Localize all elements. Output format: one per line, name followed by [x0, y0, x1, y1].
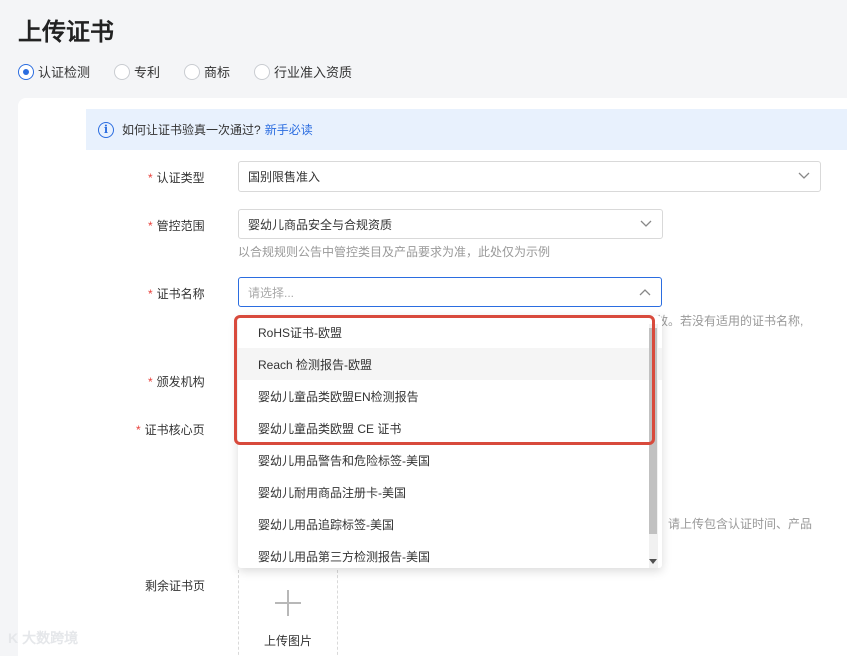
cert-type-value: 国别限售准入	[248, 170, 321, 184]
radio-industry-qualification[interactable]: 行业准入资质	[254, 62, 352, 81]
beginner-guide-link[interactable]: 新手必读	[265, 121, 313, 138]
chevron-down-icon	[798, 172, 810, 179]
plus-icon	[275, 590, 301, 616]
cert-type-label: * 认证类型	[148, 171, 205, 185]
radio-unchecked-icon	[184, 63, 201, 80]
radio-label: 认证检测	[38, 65, 91, 80]
radio-patent[interactable]: 专利	[114, 62, 160, 81]
dropdown-option[interactable]: 婴幼儿用品第三方检测报告-美国	[238, 540, 662, 568]
cert-name-placeholder: 请选择...	[248, 285, 295, 300]
dropdown-scrollbar-thumb[interactable]	[649, 328, 657, 534]
scroll-down-arrow-icon[interactable]	[649, 559, 657, 564]
notice-text: 如何让证书验真一次通过?	[122, 123, 261, 137]
cert-name-select[interactable]: 请选择...	[238, 277, 662, 307]
dropdown-option[interactable]: 婴幼儿耐用商品注册卡-美国	[238, 476, 662, 508]
dropdown-option[interactable]: 婴幼儿童品类欧盟 CE 证书	[238, 412, 662, 444]
radio-label: 专利	[134, 65, 161, 80]
control-scope-value: 婴幼儿商品安全与合规资质	[248, 217, 393, 232]
core-page-hint: 请上传包含认证时间、产品	[668, 517, 813, 531]
radio-certification[interactable]: 认证检测	[18, 62, 90, 81]
watermark: K 大数跨境	[8, 628, 78, 648]
cert-name-hint: 效。若没有适用的证书名称,	[656, 314, 804, 328]
radio-label: 行业准入资质	[274, 65, 353, 80]
cert-name-dropdown: RoHS证书-欧盟 Reach 检测报告-欧盟 婴幼儿童品类欧盟EN检测报告 婴…	[238, 316, 662, 568]
dropdown-option[interactable]: 婴幼儿用品追踪标签-美国	[238, 508, 662, 540]
cert-type-select[interactable]: 国别限售准入	[238, 161, 821, 192]
watermark-logo-icon: K	[8, 630, 19, 646]
dropdown-option[interactable]: 婴幼儿用品警告和危险标签-美国	[238, 444, 662, 476]
cert-name-label: * 证书名称	[148, 287, 205, 301]
required-mark: *	[148, 375, 153, 389]
chevron-up-icon	[639, 289, 651, 296]
watermark-text: 大数跨境	[22, 630, 79, 646]
issuer-label: * 颁发机构	[148, 375, 205, 389]
required-mark: *	[136, 423, 141, 437]
core-page-label: * 证书核心页	[136, 423, 205, 437]
radio-unchecked-icon	[114, 63, 131, 80]
category-radio-group: 认证检测 专利 商标 行业准入资质	[18, 62, 376, 81]
control-scope-label: * 管控范围	[148, 219, 205, 233]
info-icon: i	[98, 121, 114, 138]
control-scope-hint: 以合规规则公告中管控类目及产品要求为准，此处仅为示例	[238, 245, 551, 259]
upload-image-button[interactable]: 上传图片	[238, 570, 338, 656]
radio-checked-icon	[18, 63, 34, 80]
dropdown-option[interactable]: 婴幼儿童品类欧盟EN检测报告	[238, 380, 662, 412]
upload-label: 上传图片	[263, 634, 312, 648]
chevron-down-icon	[640, 220, 652, 227]
radio-trademark[interactable]: 商标	[184, 62, 230, 81]
control-scope-select[interactable]: 婴幼儿商品安全与合规资质	[238, 209, 663, 239]
required-mark: *	[148, 287, 153, 301]
radio-label: 商标	[204, 65, 231, 80]
required-mark: *	[148, 171, 153, 185]
remaining-pages-label: 剩余证书页	[145, 579, 206, 593]
dropdown-option[interactable]: Reach 检测报告-欧盟	[238, 348, 662, 380]
notice-banner: i 如何让证书验真一次通过? 新手必读	[86, 109, 847, 150]
page-title: 上传证书	[18, 19, 114, 46]
dropdown-option[interactable]: RoHS证书-欧盟	[238, 316, 662, 348]
required-mark: *	[148, 219, 153, 233]
radio-unchecked-icon	[254, 63, 271, 80]
